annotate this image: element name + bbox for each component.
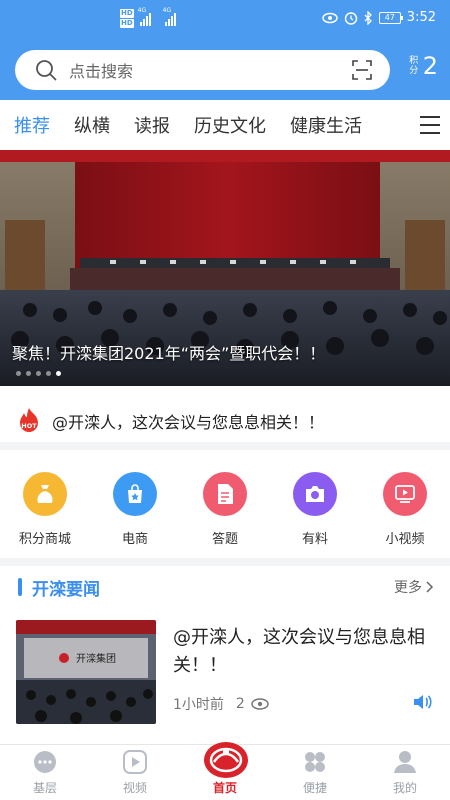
points-counter[interactable]: 积分 2 (409, 52, 438, 80)
network-indicators: HD HD 4G 4G (120, 7, 176, 28)
news-title[interactable]: @开滦人，这次会议与您息息相关！！ (173, 624, 435, 680)
chevron-right-icon (426, 581, 434, 593)
section-divider (0, 558, 450, 566)
section-header: 开滦要闻 更多 (0, 566, 450, 608)
video-icon (383, 472, 427, 516)
thumb-caption: 开滦集团 (76, 652, 116, 665)
carousel-dot-active (56, 371, 61, 376)
scan-icon[interactable] (352, 60, 372, 80)
tab-newspaper[interactable]: 读报 (134, 112, 170, 138)
search-bar[interactable]: 点击搜索 (15, 50, 390, 90)
app-screen: HD HD 4G 4G 47 3:52 点击搜索 积分 2 推荐 纵横 读报 历… (0, 0, 450, 800)
nav-label: 视频 (122, 781, 147, 795)
carousel-dot (26, 371, 31, 376)
eye-icon (322, 12, 338, 23)
tab-history-culture[interactable]: 历史文化 (194, 112, 266, 138)
news-thumbnail: 开滦集团 (16, 620, 156, 724)
menu-icon[interactable] (420, 116, 440, 134)
shortcut-label: 电商 (121, 532, 148, 547)
hd-badge: HD (120, 9, 134, 18)
search-icon (36, 60, 57, 81)
header: 点击搜索 积分 2 (0, 40, 450, 100)
bluetooth-icon (364, 10, 372, 25)
shortcut-ecommerce[interactable]: 电商 (95, 472, 175, 547)
hot-news-ticker[interactable]: HOT @开滦人，这次会议与您息息相关！！ (0, 400, 450, 450)
shortcut-quiz[interactable]: 答题 (185, 472, 265, 547)
shortcut-youliao[interactable]: 有料 (275, 472, 355, 547)
hot-news-text[interactable]: @开滦人，这次会议与您息息相关！！ (52, 409, 324, 433)
points-label: 积分 (409, 56, 419, 76)
nav-label: 首页 (212, 781, 237, 795)
hd-badges: HD HD (120, 9, 134, 28)
speaker-icon[interactable] (412, 692, 432, 712)
signal-label: 4G (137, 6, 147, 14)
hot-fire-icon: HOT (20, 408, 38, 432)
apps-icon (305, 752, 325, 772)
view-count: 2 (236, 696, 269, 712)
status-right: 47 3:52 (322, 10, 436, 25)
more-label: 更多 (394, 580, 422, 596)
shortcut-points-mall[interactable]: 积分商城 (5, 472, 85, 547)
alarm-icon (344, 11, 358, 25)
signal-icon: 4G (163, 7, 176, 26)
battery-level: 47 (384, 13, 395, 22)
home-logo-icon[interactable] (202, 740, 250, 780)
category-tabs: 推荐 纵横 读报 历史文化 健康生活 (0, 100, 450, 150)
chat-bubble-icon (34, 751, 56, 773)
shopping-bag-icon (113, 472, 157, 516)
nav-video[interactable]: 视频 (90, 745, 180, 800)
view-count-value: 2 (235, 696, 245, 712)
shortcut-label: 积分商城 (18, 532, 71, 547)
news-time: 1小时前 (173, 697, 224, 713)
document-icon (203, 472, 247, 516)
hd-badge: HD (120, 19, 134, 28)
signal-label: 4G (162, 6, 172, 14)
carousel-dots (16, 371, 61, 376)
banner-caption: 聚焦！开滦集团2021年“两会”暨职代会！！ (12, 344, 326, 363)
nav-label: 基层 (32, 781, 57, 795)
user-icon (394, 751, 416, 773)
news-item[interactable]: 开滦集团 @开滦人，这次会议与您息息相关！！ 1小时前 2 (0, 608, 450, 738)
banner-carousel[interactable]: 聚焦！开滦集团2021年“两会”暨职代会！！ (0, 150, 450, 386)
shortcut-label: 有料 (301, 532, 328, 547)
shortcut-label: 答题 (211, 532, 238, 547)
shortcut-grid: 积分商城 电商 答题 有料 小视频 (0, 458, 450, 558)
carousel-dot (16, 371, 21, 376)
shortcut-label: 小视频 (385, 532, 425, 547)
nav-convenience[interactable]: 便捷 (270, 745, 360, 800)
points-value: 2 (422, 52, 438, 80)
status-bar: HD HD 4G 4G 47 3:52 (0, 0, 450, 40)
tab-zongheng[interactable]: 纵横 (74, 112, 110, 138)
carousel-dot (36, 371, 41, 376)
hot-badge-text: HOT (21, 422, 37, 430)
camera-icon (293, 472, 337, 516)
more-link[interactable]: 更多 (394, 577, 434, 597)
news-meta: 1小时前 2 (173, 694, 269, 714)
nav-mine[interactable]: 我的 (360, 745, 450, 800)
battery-icon: 47 (378, 11, 403, 24)
section-accent-bar (18, 578, 22, 596)
carousel-dot (46, 371, 51, 376)
section-title: 开滦要闻 (32, 579, 100, 600)
signal-icon: 4G (138, 7, 151, 26)
money-bag-icon (23, 472, 67, 516)
nav-grassroots[interactable]: 基层 (0, 745, 90, 800)
nav-label: 我的 (392, 781, 417, 795)
clock: 3:52 (406, 10, 436, 25)
play-icon (123, 750, 147, 774)
eye-icon (251, 698, 269, 710)
shortcut-short-video[interactable]: 小视频 (365, 472, 445, 547)
tab-recommended[interactable]: 推荐 (14, 112, 50, 138)
tab-health-life[interactable]: 健康生活 (290, 112, 362, 138)
nav-label: 便捷 (302, 781, 327, 795)
search-input[interactable]: 点击搜索 (69, 58, 133, 82)
